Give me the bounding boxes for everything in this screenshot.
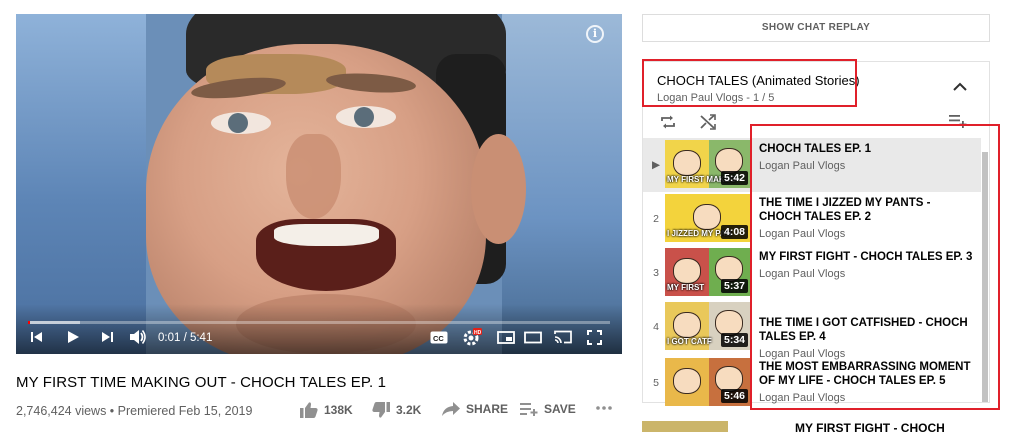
time-display: 0:01 / 5:41	[158, 332, 213, 344]
video-frame-ear	[471, 134, 526, 244]
progress-bar[interactable]	[28, 321, 610, 324]
video-background-left	[16, 14, 146, 354]
captions-icon[interactable]: CC	[430, 331, 448, 344]
video-frame-teeth	[274, 224, 379, 246]
video-duration: 5:37	[720, 279, 748, 293]
video-frame-nose	[286, 134, 341, 219]
next-video-thumbnail[interactable]	[642, 421, 728, 432]
video-thumbnail: I GOT CATF 5:34	[665, 302, 751, 350]
next-video-title[interactable]: MY FIRST FIGHT - CHOCH	[795, 421, 945, 432]
fullscreen-icon[interactable]	[587, 330, 602, 345]
settings-icon[interactable]: HD	[462, 328, 482, 346]
like-count: 138K	[324, 403, 353, 417]
save-label: SAVE	[544, 402, 576, 416]
chevron-up-icon[interactable]	[953, 78, 967, 96]
video-duration: 5:46	[720, 389, 748, 403]
save-button[interactable]: SAVE	[520, 402, 576, 416]
volume-icon[interactable]	[129, 329, 147, 345]
play-icon[interactable]	[66, 330, 80, 344]
share-label: SHARE	[466, 402, 509, 416]
next-icon[interactable]	[100, 330, 114, 344]
loop-icon[interactable]	[660, 114, 676, 135]
controls-overlay	[16, 304, 622, 354]
thumbnail-caption: I GOT CATF	[667, 337, 712, 346]
dislike-button[interactable]: 3.2K	[372, 402, 421, 418]
info-icon[interactable]: i	[586, 25, 604, 43]
playlist-item-index: 5	[653, 377, 659, 389]
svg-text:CC: CC	[433, 334, 444, 343]
playlist-item-index: 3	[653, 267, 659, 279]
like-button[interactable]: 138K	[300, 402, 353, 418]
video-duration: 5:42	[720, 171, 748, 185]
video-duration: 5:34	[720, 333, 748, 347]
theater-mode-icon[interactable]	[524, 331, 542, 344]
video-thumbnail: 5:46	[665, 358, 751, 406]
cast-icon[interactable]	[554, 330, 572, 344]
previous-icon[interactable]	[30, 330, 44, 344]
share-icon	[442, 402, 460, 416]
video-thumbnail: I JIZZED MY PAN 4:08	[665, 194, 751, 242]
svg-text:HD: HD	[474, 330, 482, 336]
thumbnail-caption: MY FIRST	[667, 283, 705, 292]
video-player[interactable]: i 0:01 / 5:41 CC HD	[16, 14, 622, 354]
video-frame-iris	[354, 107, 374, 127]
shuffle-icon[interactable]	[700, 114, 716, 135]
video-title: MY FIRST TIME MAKING OUT - CHOCH TALES E…	[16, 374, 387, 391]
thumbs-down-icon	[372, 402, 390, 418]
video-thumbnail: MY FIRST 5:37	[665, 248, 751, 296]
miniplayer-icon[interactable]	[497, 331, 515, 344]
video-frame-iris	[228, 113, 248, 133]
playlist-item-index: 4	[653, 321, 659, 333]
playlist-item-index: 2	[653, 213, 659, 225]
thumbs-up-icon	[300, 402, 318, 418]
highlight-box-playlist-items	[750, 124, 1000, 410]
more-actions-button[interactable]	[596, 400, 618, 412]
progress-buffered	[28, 321, 81, 324]
playlist-add-icon	[520, 403, 538, 416]
dislike-count: 3.2K	[396, 403, 422, 417]
playlist-item-index: ▶	[651, 159, 661, 171]
share-button[interactable]: SHARE	[442, 402, 508, 416]
more-horizontal-icon	[596, 406, 612, 410]
video-meta: 2,746,424 views • Premiered Feb 15, 2019	[16, 404, 253, 418]
progress-played	[28, 321, 30, 324]
video-duration: 4:08	[720, 225, 748, 239]
video-thumbnail: MY FIRST MAKEO 5:42	[665, 140, 751, 188]
show-chat-replay-button[interactable]: SHOW CHAT REPLAY	[642, 14, 990, 42]
highlight-box-playlist-title	[642, 59, 857, 107]
